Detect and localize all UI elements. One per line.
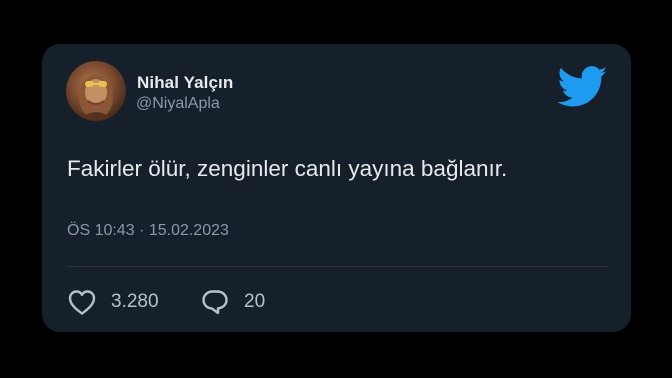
avatar[interactable] (66, 61, 126, 121)
comment-bubble-icon (202, 290, 228, 315)
author-handle[interactable]: @NiyalApla (136, 95, 220, 113)
twitter-bird-icon (557, 66, 608, 108)
divider (67, 266, 608, 267)
tweet-text: Fakirler ölür, zenginler canlı yayına ba… (67, 156, 508, 181)
author-name[interactable]: Nihal Yalçın (137, 73, 233, 93)
tweet-card: Nihal Yalçın @NiyalApla Fakirler ölür, z… (42, 44, 631, 332)
like-button[interactable]: 3.280 (67, 288, 159, 316)
reply-count: 20 (244, 291, 266, 312)
reply-button[interactable]: 20 (200, 288, 265, 316)
heart-icon (68, 290, 96, 315)
tweet-timestamp[interactable]: ÖS 10:43 · 15.02.2023 (67, 222, 229, 240)
like-count: 3.280 (111, 291, 159, 312)
